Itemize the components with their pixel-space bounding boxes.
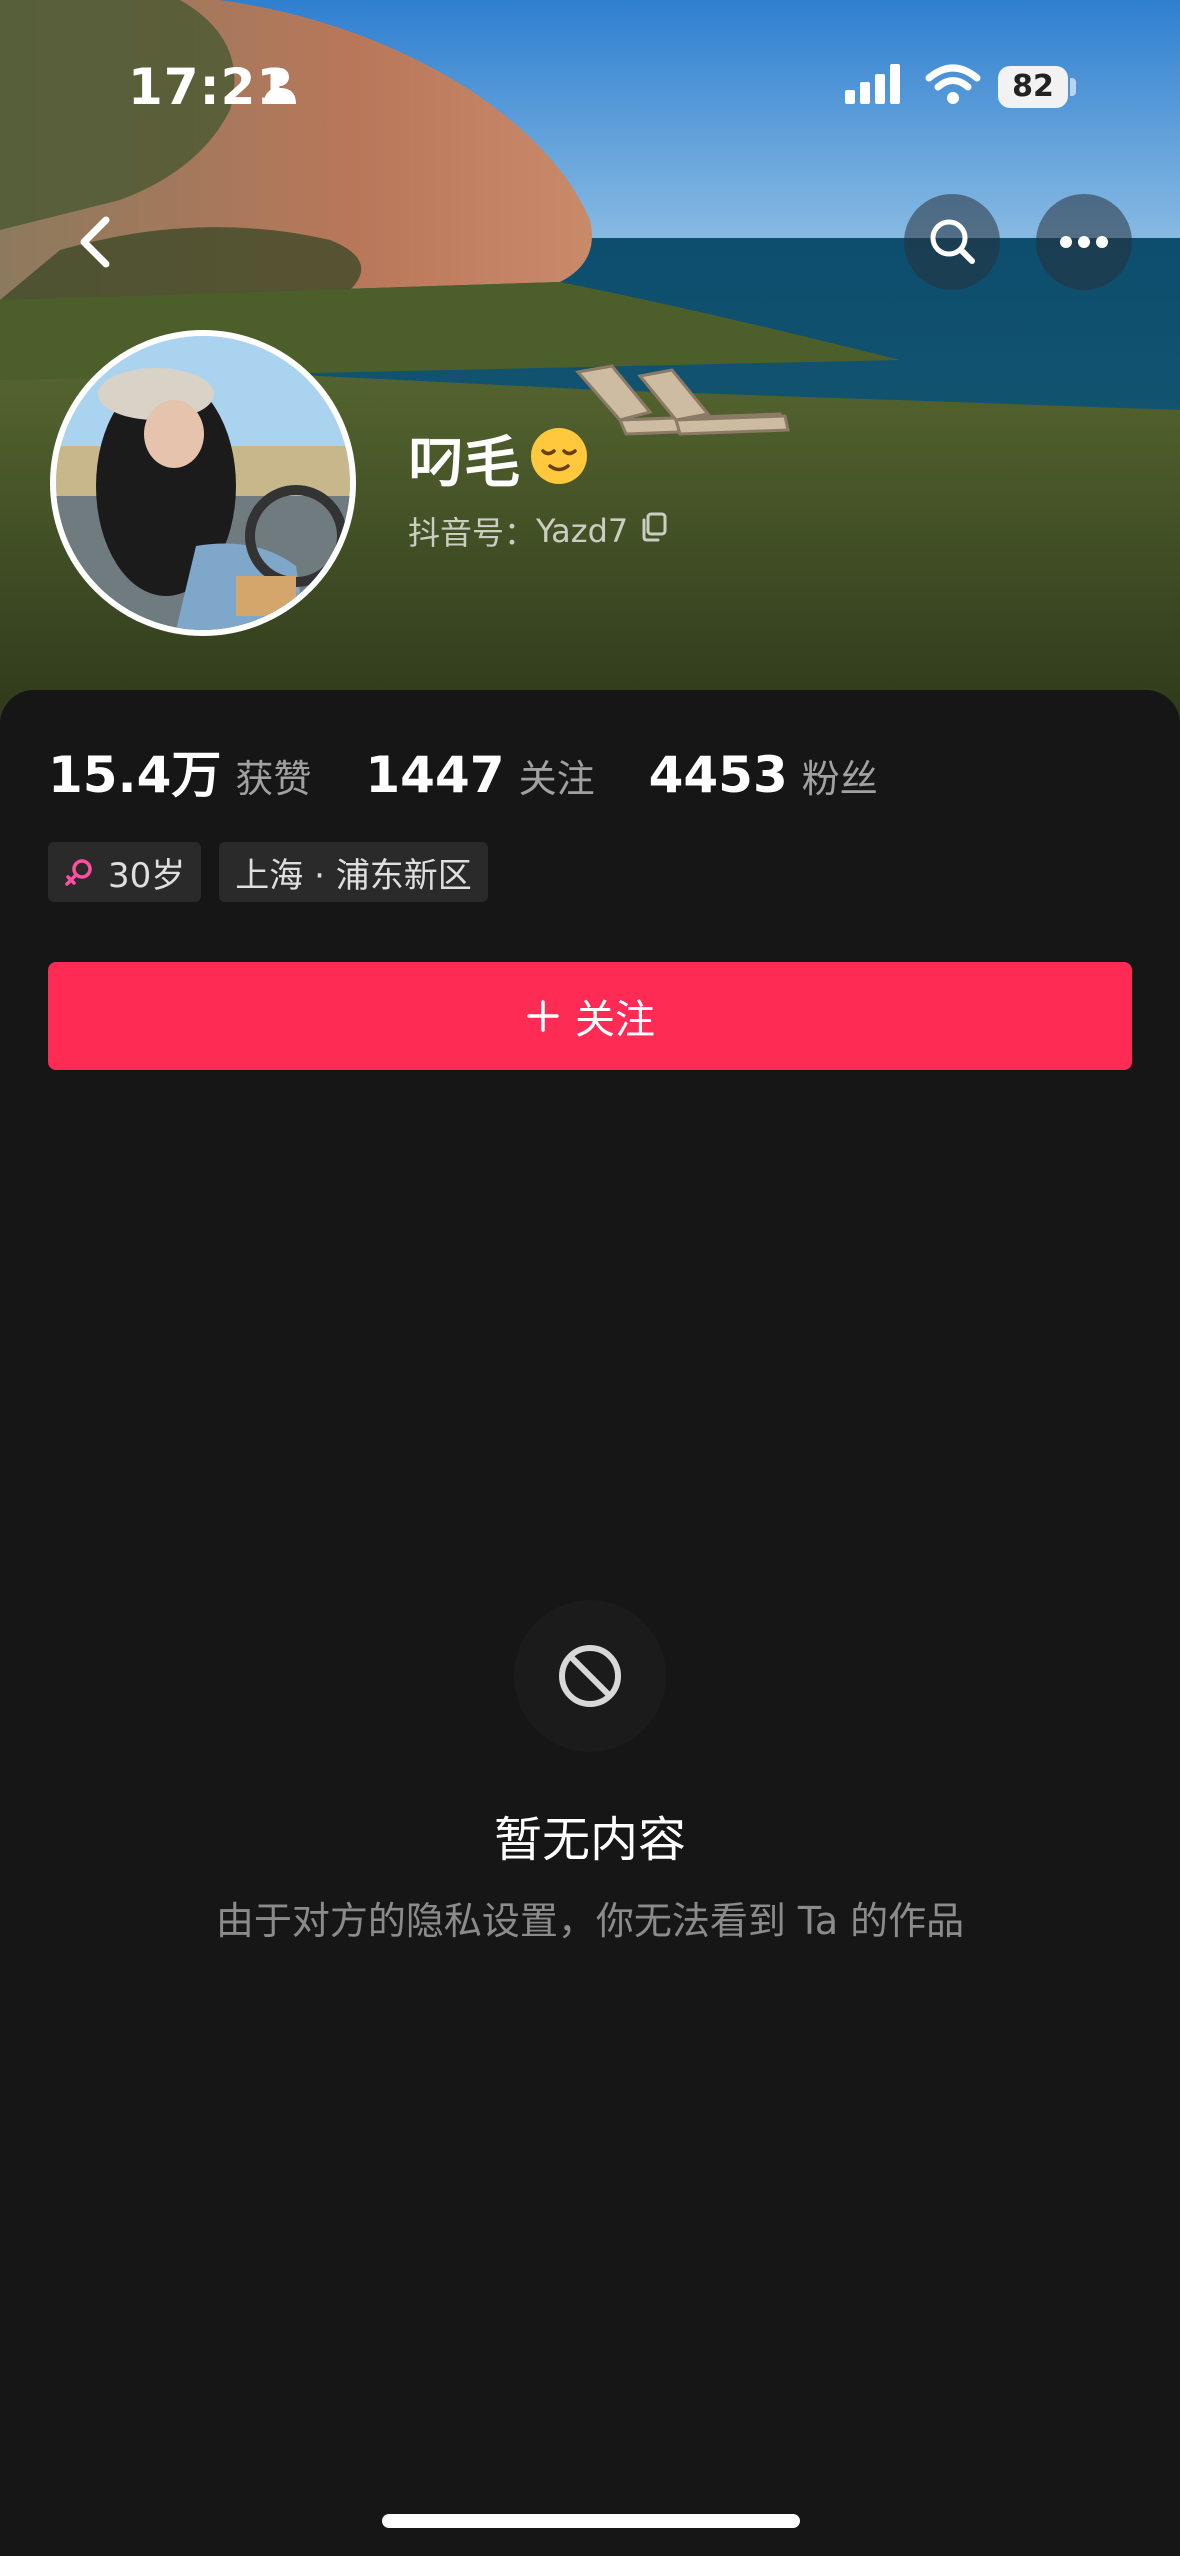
follow-button-label: 关注 (575, 997, 655, 1043)
relieved-face-emoji-icon (528, 425, 590, 491)
home-indicator[interactable] (382, 2514, 800, 2528)
age-tag: 30岁 (48, 842, 202, 902)
female-gender-icon (65, 859, 92, 886)
stat-likes[interactable]: 15.4万 获赞 (48, 735, 311, 807)
stat-followers[interactable]: 4453 粉丝 (649, 746, 878, 804)
stat-likes-label: 获赞 (235, 757, 312, 801)
stat-followers-value: 4453 (648, 746, 788, 804)
search-button[interactable] (904, 194, 1000, 290)
chevron-left-icon (80, 216, 110, 268)
stat-following-label: 关注 (518, 757, 595, 801)
age-text: 30岁 (108, 855, 186, 896)
stats-row: 15.4万 获赞 1447 关注 4453 粉丝 (48, 735, 932, 807)
cellular-signal-icon (845, 64, 905, 110)
nickname-row: 叼毛 (408, 418, 590, 498)
stat-followers-label: 粉丝 (801, 757, 878, 801)
empty-state-title: 暂无内容 (493, 1812, 686, 1868)
search-icon (930, 219, 975, 264)
battery-indicator: 82 (998, 66, 1068, 108)
more-horizontal-icon (1060, 236, 1108, 248)
wifi-icon (925, 64, 981, 110)
empty-state-description: 由于对方的隐私设置，你无法看到 Ta 的作品 (215, 1899, 965, 1943)
location-text: 上海 · 浦东新区 (235, 855, 472, 896)
douyin-id-label: 抖音号： (408, 514, 537, 552)
follow-button[interactable]: 关注 (48, 962, 1132, 1070)
douyin-id-row[interactable]: 抖音号： Yazd7 (408, 508, 668, 554)
douyin-id-value: Yazd7 (536, 512, 629, 550)
stat-likes-value: 15.4万 (48, 746, 222, 804)
avatar-photo (56, 336, 350, 630)
avatar[interactable] (50, 330, 356, 636)
back-button[interactable] (68, 212, 124, 272)
nickname: 叼毛 (408, 430, 520, 496)
stat-following-value: 1447 (365, 746, 505, 804)
battery-tip (1070, 78, 1076, 96)
plus-icon (527, 1000, 559, 1032)
copy-icon[interactable] (640, 512, 668, 550)
stat-following[interactable]: 1447 关注 (365, 746, 594, 804)
person-icon (262, 66, 298, 110)
more-button[interactable] (1036, 194, 1132, 290)
empty-state-icon-wrap (514, 1600, 666, 1752)
prohibited-icon (559, 1645, 621, 1707)
profile-tags: 30岁 上海 · 浦东新区 (48, 842, 506, 902)
location-tag: 上海 · 浦东新区 (219, 842, 488, 902)
